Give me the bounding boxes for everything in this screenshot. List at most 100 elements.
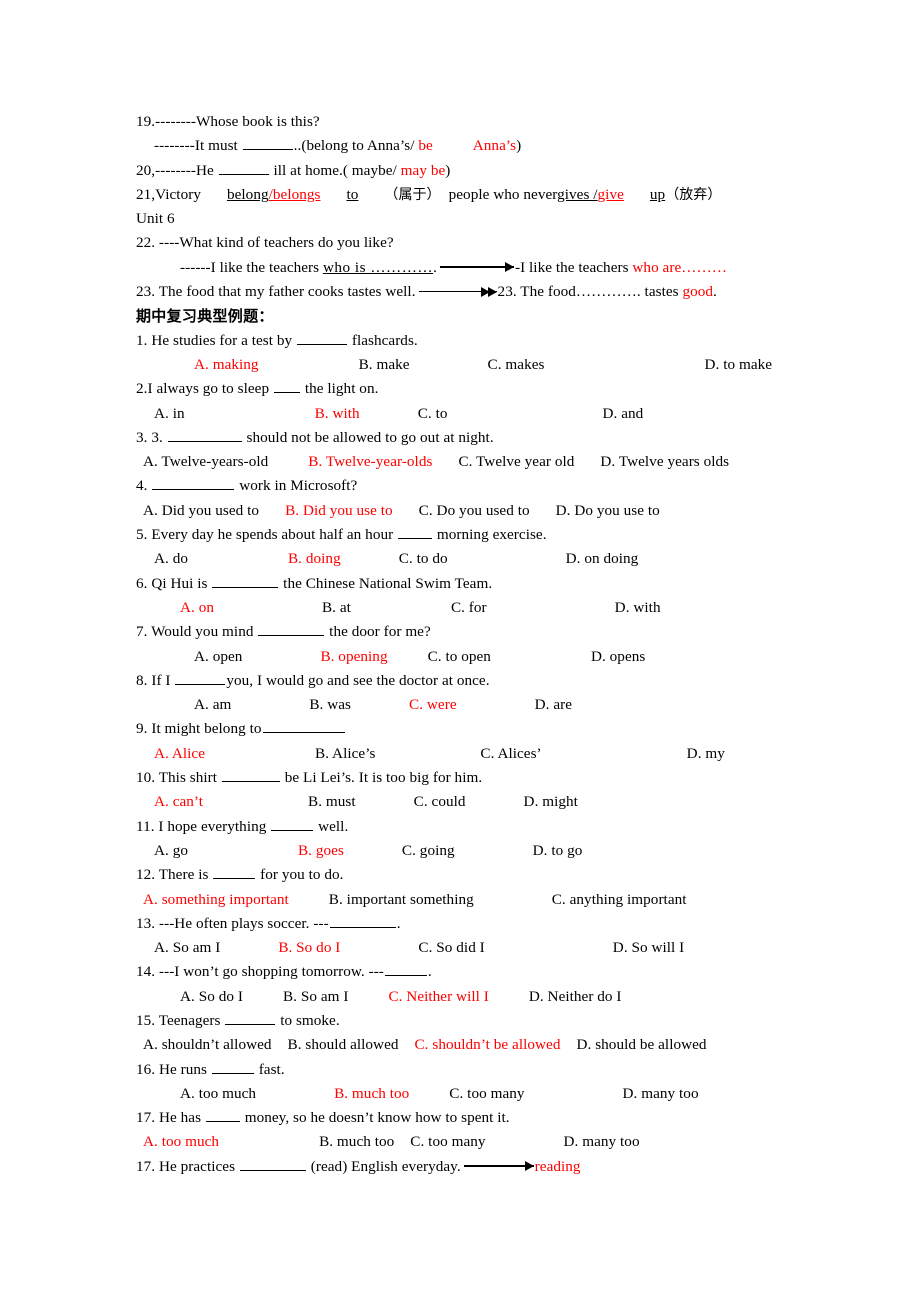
question-2-options: A. in B. with C. to D. and [136,402,836,426]
option-c: C. going [401,841,455,859]
question-10-options: A. can’t B. must C. could D. might [136,790,836,814]
last-line-answer: reading [534,1157,581,1175]
option-d: D. opens [590,647,646,665]
fill-blank [239,1156,306,1171]
q2-stem-pre: 2.I always go to sleep [136,380,273,398]
q11-stem-post: well. [314,817,349,835]
option-d: D. So will I [612,939,685,957]
question-3-options: A. Twelve-years-old B. Twelve-year-olds C.… [136,450,836,474]
fill-blank [329,913,396,928]
q23-answer: good [682,283,714,301]
option-a: A. in [154,404,185,422]
q20-mid: ill at home.( maybe/ [269,161,401,179]
option-c: C. Alices’ [480,744,542,762]
fill-blank [221,767,280,783]
q3-stem-post: should not be allowed to go out at night… [242,428,494,446]
q14-stem-post: . [427,963,432,981]
option-b: B. should allowed [287,1036,399,1054]
q17-stem-pre: 17. He has [136,1109,205,1127]
question-12-stem: 12. There is for you to do. [136,863,836,887]
fill-blank [225,1010,276,1025]
option-a: A. am [194,696,232,714]
q1-stem-post: flashcards. [348,331,418,349]
q7-stem-post: the door for me? [325,623,431,641]
q21-mid: people who never [448,185,558,203]
option-b: B. doing [288,550,341,568]
question-4-stem: 4. work in Microsoft? [136,474,836,498]
q6-stem-pre: 6. Qi Hui is [136,574,212,592]
document-page: 19.--------Whose book is this? --------I… [0,0,920,1302]
option-a: A. Twelve-years-old [143,453,269,471]
q2-stem-post: the light on. [300,380,379,398]
q12-stem-pre: 12. There is [136,866,213,884]
question-9-options: A. Alice B. Alice’s C. Alices’ D. my [136,742,836,766]
option-b: B. So am I [282,987,349,1005]
question-8-stem: 8. If I you, I would go and see the doct… [136,669,836,693]
fill-blank [384,961,427,977]
option-c: C. too many [449,1084,525,1102]
q10-stem-pre: 10. This shirt [136,769,221,787]
option-b: B. with [314,404,360,422]
option-c: C. anything important [551,890,687,908]
q12-stem-post: for you to do. [256,866,344,884]
question-14-options: A. So do I B. So am I C. Neither will I D. … [136,985,836,1009]
option-a: A. making [194,355,259,373]
option-a: A. do [154,550,188,568]
q16-stem-pre: 16. He runs [136,1060,211,1078]
question-15-options: A. shouldn’t allowed B. should allowed C. … [136,1033,836,1057]
fill-blank [152,475,235,491]
question-20: 20,--------He ill at home.( maybe/ may b… [136,159,836,183]
option-b: B. Twelve-year-olds [308,453,433,471]
option-c: C. too many [410,1133,486,1151]
q4-stem-post: work in Microsoft? [235,477,358,495]
option-c: C. to open [427,647,491,665]
option-c: C. could [413,793,466,811]
option-b: B. must [308,793,356,811]
q17-stem-post: money, so he doesn’t know how to spent i… [240,1109,510,1127]
question-17-options: A. too much B. much too C. too many D. many… [136,1130,836,1154]
q21-tail-word: up [649,185,666,203]
question-17-stem: 17. He has money, so he doesn’t know how… [136,1106,836,1130]
fill-blank [262,718,345,734]
option-a: A. too much [143,1133,220,1151]
q23-after-arrow: 23. The food…………. tastes [497,283,683,301]
question-12-options: A. something important B. important somet… [136,888,836,912]
question-10-stem: 10. This shirt be Li Lei’s. It is too bi… [136,766,836,790]
q21-option-black: belong [226,185,269,203]
fill-blank [242,135,293,151]
option-a: A. shouldn’t allowed [143,1036,272,1054]
option-c: C. were [409,696,457,714]
option-d: D. Do you use to [555,501,660,519]
option-d: D. many too [622,1084,699,1102]
q20-pre: 20,--------He [136,161,218,179]
option-a: A. So am I [154,939,221,957]
q19-line2-end: ) [516,137,522,155]
question-8-options: A. am B. was C. were D. are [136,693,836,717]
option-b: B. was [309,696,352,714]
q19-line2-mid: ..(belong to Anna’s/ [293,137,419,155]
fill-blank [205,1107,240,1123]
option-d: D. might [523,793,578,811]
question-15-stem: 15. Teenagers to smoke. [136,1009,836,1033]
q19-answer-1: be [418,137,433,155]
question-6-options: A. on B. at C. for D. with [136,596,836,620]
option-c: C. shouldn’t be allowed [414,1036,561,1054]
fill-blank [398,524,433,540]
question-4-options: A. Did you used to B. Did you use to C. Do… [136,499,836,523]
q21-blank-word: to [346,185,359,203]
option-d: D. on doing [565,550,639,568]
q21-pre: 21,Victory [136,185,201,203]
q4-stem-pre: 4. [136,477,152,495]
q6-stem-post: the Chinese National Swim Team. [279,574,493,592]
q9-stem-pre: 9. It might belong to [136,720,262,738]
question-2-stem: 2.I always go to sleep the light on. [136,377,836,401]
transform-arrow-icon [439,262,514,273]
q21-paren-cjk: （属于） [384,186,441,203]
question-6-stem: 6. Qi Hui is the Chinese National Swim T… [136,572,836,596]
q13-stem-pre: 13. ---He often plays soccer. --- [136,914,329,932]
option-b: B. So do I [278,939,341,957]
q16-stem-post: fast. [254,1060,285,1078]
option-c: C. for [450,598,487,616]
question-16-options: A. too much B. much too C. too many D. many… [136,1082,836,1106]
q1-stem-pre: 1. He studies for a test by [136,331,296,349]
